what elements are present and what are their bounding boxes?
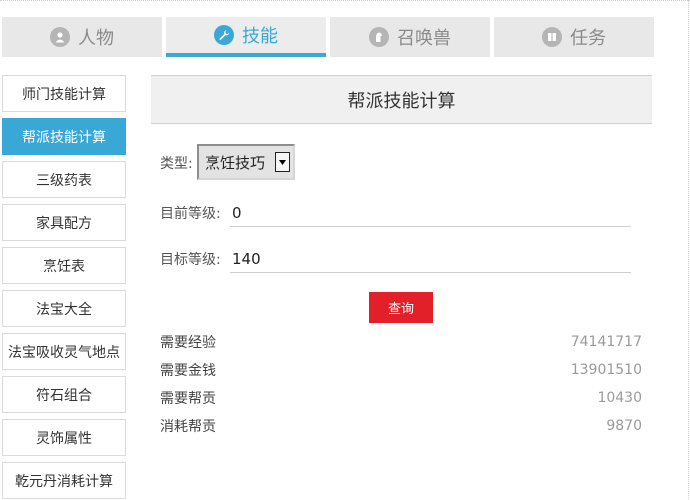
- sidebar-item-treasure[interactable]: 法宝大全: [2, 290, 126, 327]
- app-frame: 人物 技能 召唤兽 任务 师门技能计算 帮派技能计算 三级药表 家具配方 烹饪表…: [0, 0, 690, 500]
- result-label: 消耗帮贡: [160, 419, 216, 435]
- tab-pet-label: 召唤兽: [397, 28, 451, 49]
- page-title: 帮派技能计算: [151, 75, 652, 124]
- target-level-label: 目标等级:: [160, 252, 221, 268]
- sidebar-item-furniture[interactable]: 家具配方: [2, 204, 126, 241]
- results-list: 需要经验 74141717 需要金钱 13901510 需要帮贡 10430 消…: [160, 328, 642, 440]
- tab-task-label: 任务: [570, 28, 606, 49]
- sidebar-item-guild-skill[interactable]: 帮派技能计算: [2, 118, 126, 155]
- top-border: [0, 0, 690, 10]
- tab-skill-label: 技能: [242, 26, 278, 47]
- result-value: 10430: [597, 390, 642, 406]
- result-value: 9870: [606, 418, 642, 434]
- tab-skill[interactable]: 技能: [166, 17, 326, 57]
- sidebar: 师门技能计算 帮派技能计算 三级药表 家具配方 烹饪表 法宝大全 法宝吸收灵气地…: [2, 75, 126, 500]
- result-label: 需要帮贡: [160, 391, 216, 407]
- current-level-input[interactable]: [230, 199, 631, 227]
- tab-person[interactable]: 人物: [2, 17, 162, 57]
- chevron-down-icon[interactable]: [275, 152, 290, 172]
- sidebar-item-ornament[interactable]: 灵饰属性: [2, 419, 126, 456]
- result-label: 需要经验: [160, 335, 216, 351]
- result-row-contribution-consumed: 消耗帮贡 9870: [160, 412, 642, 440]
- target-level-input[interactable]: [230, 245, 631, 273]
- type-select-value: 烹饪技巧: [205, 153, 266, 172]
- tab-pet[interactable]: 召唤兽: [330, 17, 490, 57]
- type-label: 类型:: [160, 156, 193, 172]
- result-label: 需要金钱: [160, 363, 216, 379]
- sidebar-item-cooking[interactable]: 烹饪表: [2, 247, 126, 284]
- query-button[interactable]: 查询: [369, 292, 433, 323]
- result-value: 74141717: [570, 334, 642, 350]
- result-value: 13901510: [570, 362, 642, 378]
- sidebar-item-qianyuan[interactable]: 乾元丹消耗计算: [2, 462, 126, 499]
- tab-task[interactable]: 任务: [494, 17, 654, 57]
- type-select[interactable]: 烹饪技巧: [197, 144, 295, 180]
- sidebar-item-treasure-location[interactable]: 法宝吸收灵气地点: [2, 333, 126, 370]
- sidebar-item-school-skill[interactable]: 师门技能计算: [2, 75, 126, 112]
- sidebar-item-runestone[interactable]: 符石组合: [2, 376, 126, 413]
- wrench-icon: [214, 25, 234, 45]
- pet-icon: [369, 27, 389, 47]
- result-row-money: 需要金钱 13901510: [160, 356, 642, 384]
- book-icon: [542, 27, 562, 47]
- main-tabs: 人物 技能 召唤兽 任务: [2, 17, 654, 57]
- current-level-label: 目前等级:: [160, 206, 221, 222]
- result-row-contribution-needed: 需要帮贡 10430: [160, 384, 642, 412]
- person-icon: [50, 27, 70, 47]
- tab-person-label: 人物: [78, 28, 114, 49]
- result-row-exp: 需要经验 74141717: [160, 328, 642, 356]
- sidebar-item-medicine[interactable]: 三级药表: [2, 161, 126, 198]
- right-border: [688, 0, 689, 500]
